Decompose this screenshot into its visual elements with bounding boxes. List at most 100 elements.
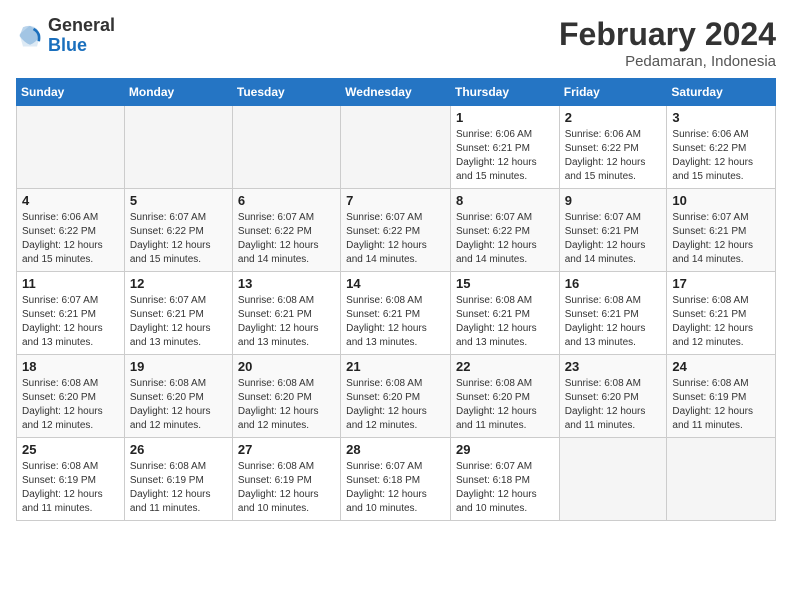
calendar-cell: 21Sunrise: 6:08 AM Sunset: 6:20 PM Dayli… <box>341 355 451 438</box>
day-number: 25 <box>22 442 119 457</box>
calendar-cell: 7 Sunrise: 6:07 AM Sunset: 6:22 PM Daylig… <box>341 189 451 272</box>
day-info: Sunrise: 6:08 AM Sunset: 6:19 PM Dayligh… <box>130 460 227 516</box>
day-number: 20 <box>238 359 335 374</box>
calendar-table: SundayMondayTuesdayWednesdayThursdayFrid… <box>16 78 776 521</box>
week-row-3: 11 Sunrise: 6:07 AM Sunset: 6:21 PM Dayli… <box>17 272 776 355</box>
day-number: 5 <box>130 193 227 208</box>
day-number: 24 <box>672 359 770 374</box>
day-info: Sunrise: 6:08 AM Sunset: 6:20 PM Dayligh… <box>565 377 662 433</box>
calendar-cell: 28 Sunrise: 6:07 AM Sunset: 6:18 PM Dayli… <box>341 438 451 521</box>
day-info: Sunrise: 6:08 AM Sunset: 6:21 PM Dayligh… <box>456 294 554 350</box>
day-info: Sunrise: 6:07 AM Sunset: 6:22 PM Dayligh… <box>130 211 227 267</box>
day-number: 6 <box>238 193 335 208</box>
day-number: 8 <box>456 193 554 208</box>
day-info: Sunrise: 6:07 AM Sunset: 6:21 PM Dayligh… <box>565 211 662 267</box>
day-info: Sunrise: 6:08 AM Sunset: 6:21 PM Dayligh… <box>346 294 445 350</box>
day-number: 1 <box>456 110 554 125</box>
day-info: Sunrise: 6:06 AM Sunset: 6:22 PM Dayligh… <box>672 128 770 184</box>
calendar-cell: 17 Sunrise: 6:08 AM Sunset: 6:21 PM Dayli… <box>667 272 776 355</box>
day-info: Sunrise: 6:06 AM Sunset: 6:22 PM Dayligh… <box>22 211 119 267</box>
day-number: 16 <box>565 276 662 291</box>
day-number: 3 <box>672 110 770 125</box>
day-number: 22 <box>456 359 554 374</box>
day-number: 11 <box>22 276 119 291</box>
day-info: Sunrise: 6:08 AM Sunset: 6:21 PM Dayligh… <box>672 294 770 350</box>
day-info: Sunrise: 6:08 AM Sunset: 6:20 PM Dayligh… <box>346 377 445 433</box>
logo: General Blue <box>16 16 115 56</box>
location: Pedamaran, Indonesia <box>559 53 776 70</box>
day-info: Sunrise: 6:08 AM Sunset: 6:20 PM Dayligh… <box>22 377 119 433</box>
day-number: 15 <box>456 276 554 291</box>
calendar-cell: 2 Sunrise: 6:06 AM Sunset: 6:22 PM Daylig… <box>559 106 667 189</box>
page-header: General Blue February 2024 Pedamaran, In… <box>16 16 776 70</box>
calendar-cell <box>17 106 125 189</box>
calendar-cell: 29 Sunrise: 6:07 AM Sunset: 6:18 PM Dayli… <box>450 438 559 521</box>
day-number: 13 <box>238 276 335 291</box>
day-number: 23 <box>565 359 662 374</box>
day-info: Sunrise: 6:07 AM Sunset: 6:18 PM Dayligh… <box>456 460 554 516</box>
day-info: Sunrise: 6:06 AM Sunset: 6:22 PM Dayligh… <box>565 128 662 184</box>
day-number: 26 <box>130 442 227 457</box>
day-info: Sunrise: 6:08 AM Sunset: 6:20 PM Dayligh… <box>238 377 335 433</box>
day-info: Sunrise: 6:07 AM Sunset: 6:21 PM Dayligh… <box>22 294 119 350</box>
calendar-cell: 19 Sunrise: 6:08 AM Sunset: 6:20 PM Dayli… <box>124 355 232 438</box>
day-info: Sunrise: 6:07 AM Sunset: 6:21 PM Dayligh… <box>672 211 770 267</box>
day-info: Sunrise: 6:08 AM Sunset: 6:21 PM Dayligh… <box>238 294 335 350</box>
calendar-cell: 22 Sunrise: 6:08 AM Sunset: 6:20 PM Dayli… <box>450 355 559 438</box>
day-number: 14 <box>346 276 445 291</box>
weekday-header-friday: Friday <box>559 79 667 106</box>
logo-icon <box>16 22 44 50</box>
weekday-header-thursday: Thursday <box>450 79 559 106</box>
calendar-cell: 20 Sunrise: 6:08 AM Sunset: 6:20 PM Dayli… <box>232 355 340 438</box>
day-number: 17 <box>672 276 770 291</box>
day-number: 7 <box>346 193 445 208</box>
calendar-cell: 4Sunrise: 6:06 AM Sunset: 6:22 PM Daylig… <box>17 189 125 272</box>
calendar-cell: 6 Sunrise: 6:07 AM Sunset: 6:22 PM Daylig… <box>232 189 340 272</box>
day-info: Sunrise: 6:08 AM Sunset: 6:19 PM Dayligh… <box>238 460 335 516</box>
week-row-5: 25 Sunrise: 6:08 AM Sunset: 6:19 PM Dayli… <box>17 438 776 521</box>
calendar-cell <box>341 106 451 189</box>
day-info: Sunrise: 6:06 AM Sunset: 6:21 PM Dayligh… <box>456 128 554 184</box>
day-info: Sunrise: 6:07 AM Sunset: 6:22 PM Dayligh… <box>346 211 445 267</box>
calendar-cell: 25Sunrise: 6:08 AM Sunset: 6:19 PM Dayli… <box>17 438 125 521</box>
calendar-cell: 12 Sunrise: 6:07 AM Sunset: 6:21 PM Dayli… <box>124 272 232 355</box>
week-row-1: 1 Sunrise: 6:06 AM Sunset: 6:21 PM Daylig… <box>17 106 776 189</box>
calendar-cell <box>124 106 232 189</box>
day-number: 27 <box>238 442 335 457</box>
day-number: 2 <box>565 110 662 125</box>
day-number: 18 <box>22 359 119 374</box>
calendar-cell: 26 Sunrise: 6:08 AM Sunset: 6:19 PM Dayli… <box>124 438 232 521</box>
calendar-cell: 18 Sunrise: 6:08 AM Sunset: 6:20 PM Dayli… <box>17 355 125 438</box>
day-info: Sunrise: 6:08 AM Sunset: 6:21 PM Dayligh… <box>565 294 662 350</box>
calendar-cell: 3 Sunrise: 6:06 AM Sunset: 6:22 PM Daylig… <box>667 106 776 189</box>
day-info: Sunrise: 6:07 AM Sunset: 6:18 PM Dayligh… <box>346 460 445 516</box>
calendar-cell: 9Sunrise: 6:07 AM Sunset: 6:21 PM Daylig… <box>559 189 667 272</box>
day-info: Sunrise: 6:07 AM Sunset: 6:22 PM Dayligh… <box>238 211 335 267</box>
month-title: February 2024 <box>559 16 776 53</box>
calendar-cell: 1 Sunrise: 6:06 AM Sunset: 6:21 PM Daylig… <box>450 106 559 189</box>
day-number: 19 <box>130 359 227 374</box>
calendar-cell: 14 Sunrise: 6:08 AM Sunset: 6:21 PM Dayli… <box>341 272 451 355</box>
day-number: 29 <box>456 442 554 457</box>
weekday-header-saturday: Saturday <box>667 79 776 106</box>
day-number: 12 <box>130 276 227 291</box>
calendar-cell: 11 Sunrise: 6:07 AM Sunset: 6:21 PM Dayli… <box>17 272 125 355</box>
calendar-cell: 16 Sunrise: 6:08 AM Sunset: 6:21 PM Dayli… <box>559 272 667 355</box>
weekday-header-monday: Monday <box>124 79 232 106</box>
day-info: Sunrise: 6:08 AM Sunset: 6:20 PM Dayligh… <box>130 377 227 433</box>
calendar-cell: 8 Sunrise: 6:07 AM Sunset: 6:22 PM Daylig… <box>450 189 559 272</box>
day-info: Sunrise: 6:07 AM Sunset: 6:22 PM Dayligh… <box>456 211 554 267</box>
title-block: February 2024 Pedamaran, Indonesia <box>559 16 776 70</box>
day-info: Sunrise: 6:08 AM Sunset: 6:20 PM Dayligh… <box>456 377 554 433</box>
calendar-cell: 27 Sunrise: 6:08 AM Sunset: 6:19 PM Dayli… <box>232 438 340 521</box>
day-number: 28 <box>346 442 445 457</box>
weekday-header-wednesday: Wednesday <box>341 79 451 106</box>
calendar-cell: 15 Sunrise: 6:08 AM Sunset: 6:21 PM Dayli… <box>450 272 559 355</box>
day-info: Sunrise: 6:07 AM Sunset: 6:21 PM Dayligh… <box>130 294 227 350</box>
day-number: 10 <box>672 193 770 208</box>
calendar-cell <box>559 438 667 521</box>
calendar-cell <box>667 438 776 521</box>
week-row-4: 18 Sunrise: 6:08 AM Sunset: 6:20 PM Dayli… <box>17 355 776 438</box>
weekday-header-sunday: Sunday <box>17 79 125 106</box>
calendar-cell: 23 Sunrise: 6:08 AM Sunset: 6:20 PM Dayli… <box>559 355 667 438</box>
